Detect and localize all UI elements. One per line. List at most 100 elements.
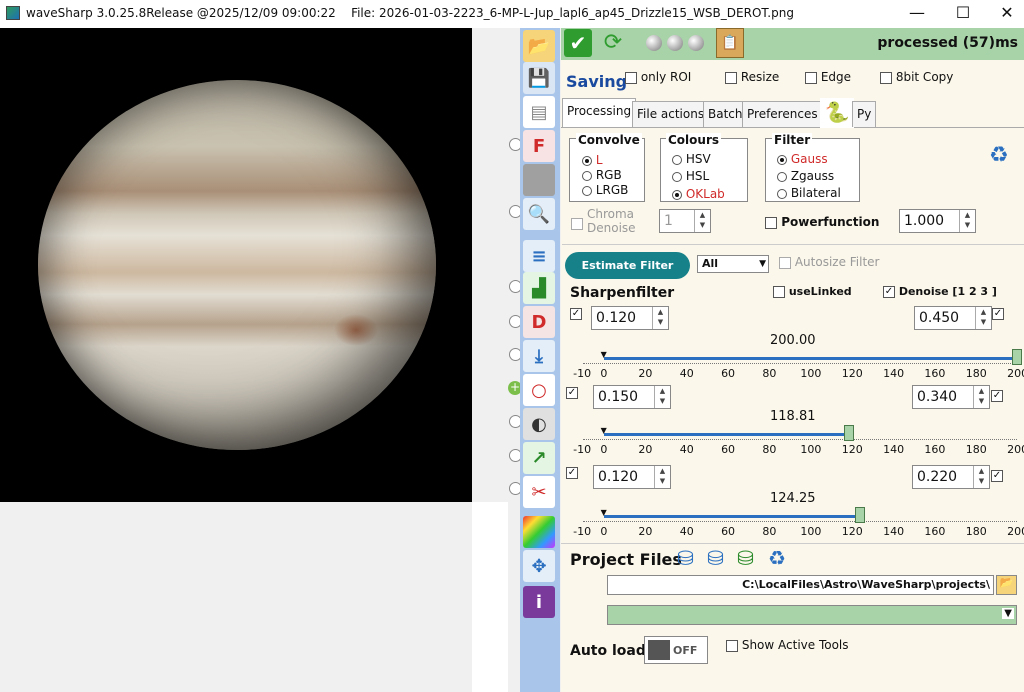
slider-marker: ▼	[600, 508, 607, 517]
circle-icon[interactable]	[646, 35, 662, 51]
document-icon[interactable]: ▤	[523, 96, 555, 128]
filter-bilateral-radio[interactable]: Bilateral	[777, 186, 841, 200]
colours-hsl-radio[interactable]: HSL	[672, 169, 709, 183]
open-folder-icon[interactable]: 📂	[523, 30, 555, 62]
info-icon[interactable]: i	[523, 586, 555, 618]
tab-processing[interactable]: Processing	[562, 98, 637, 127]
slider-tick-label: 180	[965, 367, 987, 380]
toggle-knob	[648, 640, 670, 660]
slider-tick-label: 100	[800, 443, 822, 456]
power-spinner[interactable]: 1.000 ▲ ▼	[899, 209, 976, 233]
browse-folder-icon[interactable]: 📂	[996, 575, 1017, 595]
gray-square-icon[interactable]	[523, 164, 555, 196]
zoom-icon[interactable]: 🔍	[523, 198, 555, 230]
project-path-field[interactable]: C:\LocalFiles\Astro\WaveSharp\projects\	[607, 575, 994, 595]
maximize-button[interactable]: ☐	[940, 0, 986, 28]
slider-tick-label: 100	[800, 525, 822, 538]
autosize-filter-checkbox[interactable]: Autosize Filter	[779, 255, 880, 269]
move-icon[interactable]: ✥	[523, 550, 555, 582]
denoise-d-icon[interactable]: D	[523, 306, 555, 338]
slider-tick-label: 160	[924, 443, 946, 456]
slider-tick-label: 200	[1007, 367, 1024, 380]
layer1-checkbox[interactable]: ✓	[570, 306, 582, 320]
8bit-copy-checkbox[interactable]: 8bit Copy	[880, 70, 953, 84]
histogram-icon[interactable]: ▟	[523, 272, 555, 304]
tab-py[interactable]: Py	[852, 101, 876, 127]
edge-checkbox[interactable]: Edge	[805, 70, 851, 84]
uselinked-checkbox[interactable]: useLinked	[773, 285, 852, 298]
color-picker-icon[interactable]	[523, 516, 555, 548]
divider	[562, 244, 1024, 245]
db-export-icon[interactable]: ⛁	[737, 546, 754, 570]
recycle-icon[interactable]: ♻	[989, 143, 1009, 168]
ring-icon[interactable]: ○	[523, 374, 555, 406]
tab-batch[interactable]: Batch	[703, 101, 748, 127]
layer2-left-spinner[interactable]: 0.150 ▲ ▼	[593, 385, 671, 409]
python-icon[interactable]: 🐍	[820, 98, 854, 128]
contrast-icon[interactable]: ◐	[523, 408, 555, 440]
save-icon[interactable]: 💾	[523, 62, 555, 94]
circle-icon[interactable]	[667, 35, 683, 51]
chroma-checkbox[interactable]	[571, 216, 583, 230]
show-active-tools-checkbox[interactable]: Show Active Tools	[726, 638, 849, 652]
slider-thumb[interactable]	[1012, 349, 1022, 365]
close-button[interactable]: ✕	[984, 0, 1024, 28]
clipboard-icon[interactable]: 📋	[716, 28, 744, 58]
colours-oklab-radio[interactable]: OKLab	[672, 187, 725, 201]
apply-check-icon[interactable]: ✔	[564, 29, 592, 57]
db-sync-icon[interactable]: ⛁	[677, 546, 694, 570]
layer1-right-checkbox[interactable]: ✓	[992, 306, 1004, 320]
estimate-filter-button[interactable]: Estimate Filter	[565, 252, 690, 279]
resize-checkbox[interactable]: Resize	[725, 70, 779, 84]
layer2-slider-value: 118.81	[770, 409, 816, 424]
circle-icon[interactable]	[688, 35, 704, 51]
slider-thumb[interactable]	[855, 507, 866, 523]
denoise-checkbox[interactable]: ✓ Denoise [1 2 3 ]	[883, 285, 997, 298]
slider-tick-label: 0	[600, 367, 608, 380]
layer2-checkbox[interactable]: ✓	[566, 385, 578, 399]
slider-thumb[interactable]	[844, 425, 855, 441]
convolve-lrgb-radio[interactable]: LRGB	[582, 183, 628, 197]
slider-tick-label: 20	[638, 525, 653, 538]
db-save-icon[interactable]: ⛁	[707, 546, 724, 570]
minimize-button[interactable]: —	[894, 0, 940, 28]
layer3-left-spinner[interactable]: 0.120 ▲ ▼	[593, 465, 671, 489]
layer2-right-spinner[interactable]: 0.340 ▲ ▼	[912, 385, 990, 409]
layer3-right-checkbox[interactable]: ✓	[991, 468, 1003, 482]
slider-tick-label: -10	[573, 525, 592, 538]
slider-tick-label: 20	[638, 367, 653, 380]
tools-icon[interactable]: ✂	[523, 476, 555, 508]
curve-icon[interactable]: ↗	[523, 442, 555, 474]
layer2-right-checkbox[interactable]: ✓	[991, 388, 1003, 402]
project-select[interactable]: ▼	[607, 605, 1017, 625]
slider-marker: ▼	[600, 350, 607, 359]
layer2-slider[interactable]: ▼ -10 0 20 40 60 80 100 120 140 160 180 200	[573, 425, 1024, 457]
auto-load-toggle[interactable]: OFF	[644, 636, 708, 664]
filter-select[interactable]: All ▼	[697, 255, 769, 273]
chroma-spinner[interactable]: 1 ▲ ▼	[659, 209, 711, 233]
filter-zgauss-radio[interactable]: Zgauss	[777, 169, 834, 183]
layer3-right-spinner[interactable]: 0.220 ▲ ▼	[912, 465, 990, 489]
layer3-slider[interactable]: ▼ -10 0 20 40 60 80 100 120 140 160 180 200	[573, 507, 1024, 539]
layer1-slider[interactable]: ▼ -10 0 20 40 60 80 100 120 140 160 180 200	[573, 349, 1024, 381]
filter-title: Filter	[772, 133, 813, 147]
filter-gauss-radio[interactable]: Gauss	[777, 152, 828, 166]
refresh-icon[interactable]: ⟳	[598, 29, 628, 57]
layer1-slider-value: 200.00	[770, 333, 816, 348]
tab-file-actions[interactable]: File actions	[632, 101, 710, 127]
tab-preferences[interactable]: Preferences	[742, 101, 823, 127]
download-icon[interactable]: ⤓	[523, 340, 555, 372]
slider-tick-label: 120	[841, 367, 863, 380]
convolve-rgb-radio[interactable]: RGB	[582, 168, 622, 182]
sharpenfilter-title: Sharpenfilter	[570, 285, 675, 301]
colours-hsv-radio[interactable]: HSV	[672, 152, 711, 166]
only-roi-checkbox[interactable]: only ROI	[625, 70, 691, 84]
recycle-icon[interactable]: ♻	[768, 546, 786, 570]
convolve-l-radio[interactable]: L	[582, 153, 603, 167]
filter-f-icon[interactable]: F	[523, 130, 555, 162]
powerfunction-checkbox[interactable]: Powerfunction	[765, 215, 879, 229]
layer3-checkbox[interactable]: ✓	[566, 465, 578, 479]
layer1-left-spinner[interactable]: 0.120 ▲ ▼	[591, 306, 669, 330]
layers-icon[interactable]: ≡	[523, 240, 555, 272]
layer1-right-spinner[interactable]: 0.450 ▲ ▼	[914, 306, 992, 330]
